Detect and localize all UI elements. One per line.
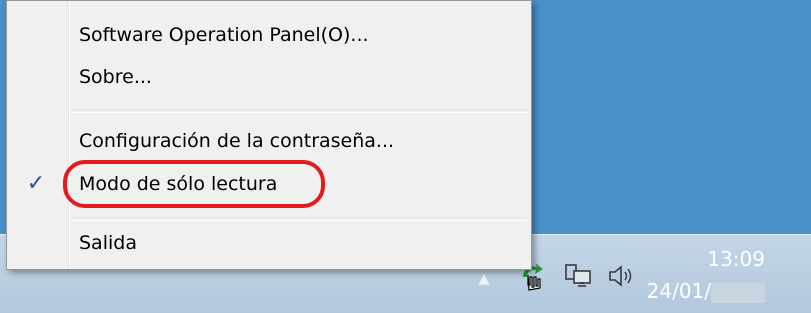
system-clock[interactable]: 13:09 24/01/ (647, 243, 765, 307)
clock-date: 24/01/ (647, 275, 765, 307)
menu-item-label: Salida (79, 232, 137, 254)
context-menu: Software Operation Panel(O)... Sobre... … (6, 0, 532, 270)
menu-item-software-operation-panel[interactable]: Software Operation Panel(O)... (9, 13, 527, 57)
volume-icon[interactable] (604, 259, 638, 293)
menu-item-sobre[interactable]: Sobre... (9, 55, 527, 99)
clock-date-text: 24/01/ (646, 279, 711, 303)
redacted-year-block (711, 282, 765, 303)
menu-item-label: Sobre... (79, 66, 152, 88)
clock-time: 13:09 (707, 247, 765, 271)
highlight-ring (63, 160, 325, 208)
network-icon[interactable] (562, 259, 596, 293)
menu-separator (71, 109, 527, 113)
show-hidden-icons-arrow-icon[interactable]: ▲ (474, 271, 494, 291)
menu-item-label: Software Operation Panel(O)... (79, 24, 369, 46)
menu-item-label: Configuración de la contraseña... (79, 130, 395, 152)
menu-item-password-settings[interactable]: Configuración de la contraseña... (9, 119, 527, 163)
menu-item-salida[interactable]: Salida (9, 221, 527, 265)
checkmark-icon: ✓ (26, 171, 46, 196)
